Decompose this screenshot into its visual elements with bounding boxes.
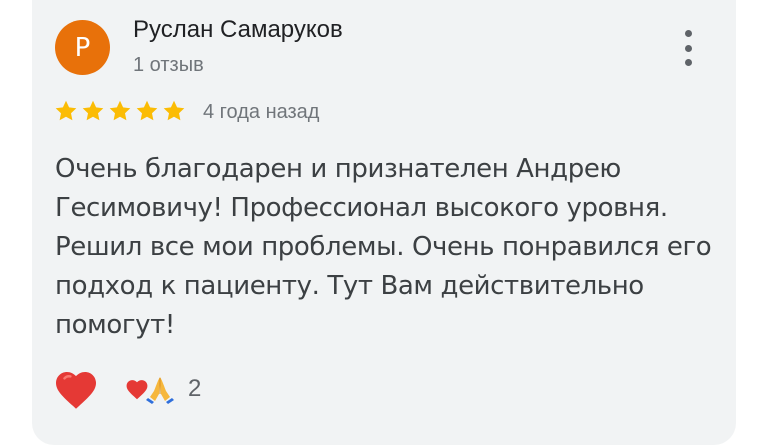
- star-icon: [55, 100, 77, 121]
- review-text: Очень благодарен и признателен Андрею Ге…: [55, 154, 712, 340]
- folded-hands-emoji-icon: [146, 377, 174, 404]
- star-icon: [136, 100, 158, 121]
- avatar-initial: Р: [74, 32, 91, 63]
- star-rating: [54, 99, 186, 123]
- star-icon: [82, 100, 104, 121]
- review-date: 4 года назад: [203, 101, 320, 123]
- star-icon: [163, 100, 185, 121]
- more-options-button[interactable]: [676, 30, 700, 66]
- author-name[interactable]: Руслан Самаруков: [133, 16, 343, 44]
- avatar[interactable]: Р: [55, 20, 110, 75]
- more-vert-icon: [684, 30, 692, 37]
- more-vert-dot: [684, 59, 692, 66]
- reaction-count: 2: [188, 375, 202, 402]
- reactions-summary[interactable]: 2: [124, 374, 201, 404]
- heart-icon: [56, 372, 96, 409]
- like-button[interactable]: [51, 366, 101, 414]
- author-review-count: 1 отзыв: [133, 54, 204, 76]
- more-vert-dot: [684, 44, 692, 52]
- star-icon: [109, 100, 131, 121]
